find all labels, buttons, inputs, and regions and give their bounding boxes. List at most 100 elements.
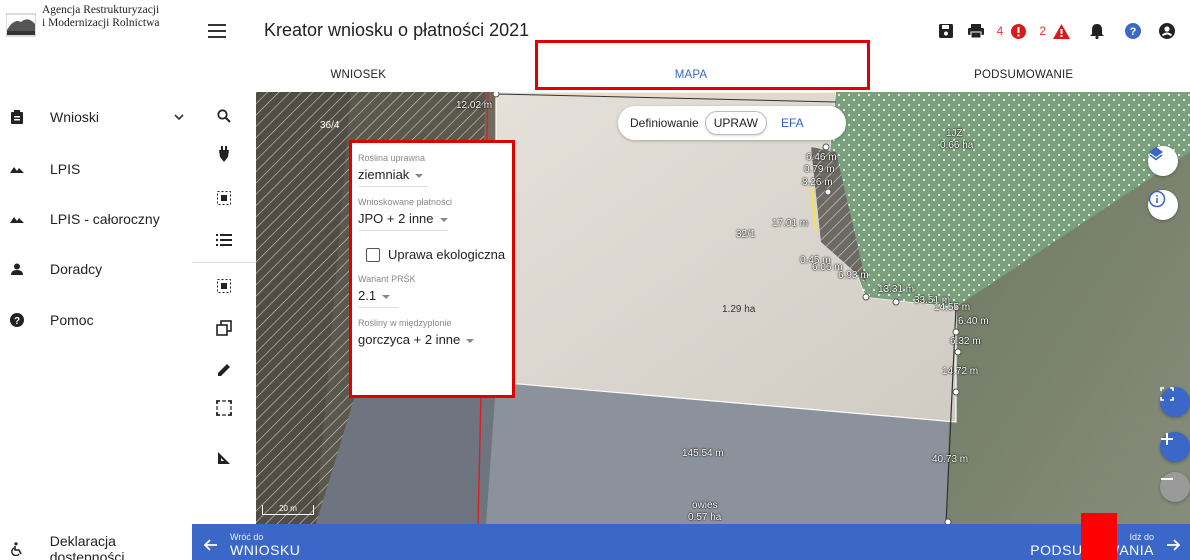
underline — [358, 307, 398, 308]
print-icon[interactable] — [965, 20, 987, 42]
page-title: Kreator wniosku o płatności 2021 — [264, 20, 530, 40]
account-icon[interactable] — [1156, 20, 1178, 42]
caret-down-icon — [382, 294, 391, 299]
copy-shape-icon[interactable] — [214, 318, 234, 338]
tab-wniosek[interactable]: WNIOSEK — [192, 60, 525, 90]
crop-value: ziemniak — [358, 167, 410, 182]
catch-crops-select[interactable]: gorczyca + 2 inne — [358, 332, 506, 347]
error-icon[interactable] — [1007, 20, 1029, 42]
layers-button[interactable] — [1148, 146, 1178, 176]
sidebar-item-lpis[interactable]: LPIS — [0, 151, 192, 187]
distance-label: 40.73 m — [932, 454, 969, 465]
error-count: 4 — [996, 24, 1004, 38]
map-scale: 20 m — [262, 505, 314, 515]
variant-value: 2.1 — [358, 288, 377, 303]
footer-label: Deklaracja dostępności — [49, 533, 125, 560]
terrain-icon — [10, 212, 24, 226]
crop-frame-icon[interactable] — [214, 398, 234, 418]
distance-label: 8.26 m — [802, 177, 833, 188]
area-label: 1.29 ha — [722, 304, 756, 315]
sidebar-item-wnioski[interactable]: Wnioski — [0, 99, 192, 135]
minus-icon — [1161, 478, 1173, 480]
area-label: 0.57 ha — [688, 512, 722, 523]
efa-code-label: 1JZ — [946, 128, 963, 139]
distance-label: 12.02 m — [456, 100, 493, 111]
sidebar-item-label: Doradcy — [50, 261, 103, 277]
distance-label: 17.01 m — [772, 218, 809, 229]
pencil-icon[interactable] — [214, 360, 234, 380]
back-label: WNIOSKU — [230, 542, 301, 558]
terrain-icon — [10, 162, 24, 176]
distance-label: 6.46 m — [806, 152, 837, 163]
back-caption: Wróć do — [230, 532, 264, 542]
distance-label: 6.93 m — [838, 270, 869, 281]
caret-down-icon — [439, 217, 448, 222]
chevron-down-icon — [174, 109, 184, 127]
zoom-in-button[interactable] — [1160, 432, 1190, 462]
toggle-efa[interactable]: EFA — [773, 111, 812, 135]
catch-crops-label: Rośliny w międzyplonie — [358, 318, 452, 328]
zoom-out-button[interactable] — [1160, 472, 1190, 502]
list-icon[interactable] — [214, 230, 234, 250]
payments-select[interactable]: JPO + 2 inne — [358, 211, 506, 226]
info-icon — [1148, 190, 1166, 208]
help-icon[interactable]: ? — [1122, 20, 1144, 42]
search-icon[interactable] — [214, 106, 234, 126]
select-feature-icon[interactable] — [214, 276, 234, 296]
pin-add-icon[interactable] — [214, 144, 234, 164]
sidebar-item-label: Wnioski — [50, 109, 100, 125]
fullscreen-icon — [1160, 387, 1174, 401]
back-to-wniosek-button[interactable]: Wróć do WNIOSKU — [204, 532, 300, 558]
arimr-logo-icon — [6, 13, 36, 37]
payments-value: JPO + 2 inne — [358, 211, 434, 226]
sidebar-item-lpis-caloroczny[interactable]: LPIS - całoroczny — [0, 201, 192, 237]
svg-text:?: ? — [1130, 26, 1137, 38]
distance-label: 6.40 m — [958, 316, 989, 327]
tab-bar: WNIOSEK MAPA PODSUMOWANIE — [192, 60, 1190, 90]
map-tools — [192, 92, 256, 524]
underline — [358, 186, 428, 187]
distance-label: 0.79 m — [804, 164, 835, 175]
distance-label: 6.32 m — [950, 336, 981, 347]
layers-icon — [1149, 147, 1163, 161]
warning-icon[interactable] — [1050, 20, 1072, 42]
brand-logo[interactable]: Agencja Restrukturyzacji i Modernizacji … — [6, 4, 160, 40]
crop-panel: Roślina uprawna ziemniak Wnioskowane pła… — [349, 140, 515, 398]
definition-mode-toggle: Definiowanie UPRAW EFA — [618, 106, 846, 140]
sidebar-item-doradcy[interactable]: Doradcy — [0, 251, 192, 287]
save-icon[interactable] — [935, 20, 957, 42]
arrow-left-icon — [204, 539, 217, 551]
parcel-label: 32/1 — [736, 229, 756, 240]
top-header: Kreator wniosku o płatności 2021 4 2 ? W… — [192, 0, 1190, 92]
variant-select[interactable]: 2.1 — [358, 288, 506, 303]
distance-label: 14.72 m — [942, 366, 979, 377]
fullscreen-button[interactable] — [1160, 387, 1190, 417]
tab-podsumowanie[interactable]: PODSUMOWANIE — [857, 60, 1190, 90]
distance-label: 145.54 m — [682, 448, 724, 459]
map-canvas[interactable]: 36/4 12.02 m 32/1 1.29 ha 1JZ 0.66 ha 6.… — [256, 92, 1190, 524]
crop-select[interactable]: ziemniak — [358, 167, 506, 182]
select-area-icon[interactable] — [214, 188, 234, 208]
svg-text:?: ? — [14, 316, 20, 327]
toggle-upraw[interactable]: UPRAW — [704, 111, 767, 135]
distance-label: 14.55 m — [934, 302, 971, 313]
brand-line-2: i Modernizacji Rolnictwa — [42, 17, 160, 29]
sidebar-item-label: LPIS - całoroczny — [50, 211, 160, 227]
caret-down-icon — [415, 173, 424, 178]
catch-crops-value: gorczyca + 2 inne — [358, 332, 461, 347]
sidebar-item-pomoc[interactable]: ? Pomoc — [0, 302, 192, 338]
person-icon — [10, 262, 24, 276]
notification-bell-icon[interactable] — [1086, 20, 1108, 42]
info-button[interactable] — [1148, 190, 1178, 220]
caret-down-icon — [466, 338, 475, 343]
clipboard-icon — [10, 110, 24, 124]
organic-checkbox[interactable]: Uprawa ekologiczna — [366, 247, 506, 262]
help-icon: ? — [10, 313, 24, 327]
menu-icon[interactable] — [208, 24, 226, 38]
measure-icon[interactable] — [214, 448, 234, 468]
arrow-right-icon — [1167, 539, 1180, 551]
accessibility-declaration-link[interactable]: Deklaracja dostępności — [0, 533, 192, 560]
checkbox-icon — [366, 247, 380, 262]
tab-mapa[interactable]: MAPA — [525, 60, 858, 90]
distance-label: 13.31 m — [878, 284, 915, 295]
